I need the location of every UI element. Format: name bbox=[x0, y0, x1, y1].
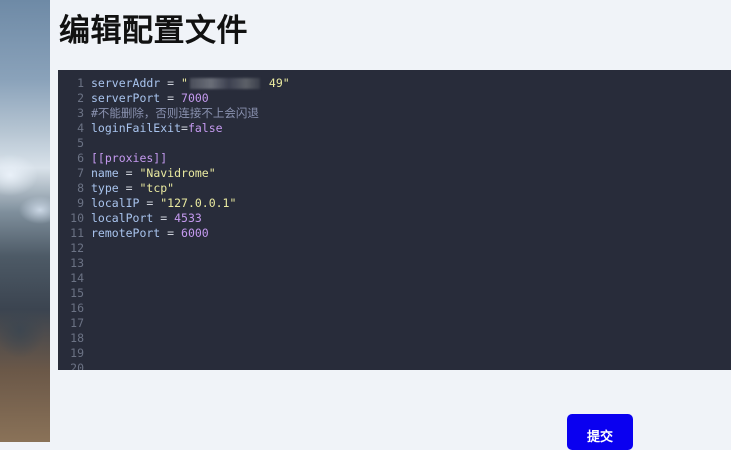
code-token: "127.0.0.1" bbox=[160, 196, 237, 210]
code-token: 7000 bbox=[181, 91, 209, 105]
code-line[interactable]: 4 loginFailExit=false bbox=[58, 121, 223, 136]
code-token: serverAddr bbox=[91, 76, 161, 90]
line-number: 14 bbox=[70, 271, 84, 285]
line-number: 4 bbox=[77, 121, 84, 135]
page-title: 编辑配置文件 bbox=[59, 13, 248, 49]
line-number: 7 bbox=[77, 166, 84, 180]
code-token: loginFailExit bbox=[91, 121, 182, 135]
line-number: 2 bbox=[77, 91, 84, 105]
line-number: 9 bbox=[77, 196, 84, 210]
code-token: = bbox=[139, 196, 161, 210]
code-line[interactable]: 18 bbox=[58, 331, 91, 346]
code-editor[interactable]: 1 serverAddr = " 49" 2 serverPort = 7000 3 #不… bbox=[58, 70, 731, 370]
code-line[interactable]: 1 serverAddr = " 49" bbox=[58, 76, 290, 91]
code-token: = bbox=[160, 91, 182, 105]
code-line[interactable]: 12 bbox=[58, 241, 91, 256]
code-token: = bbox=[118, 166, 140, 180]
code-line[interactable]: 7 name = "Navidrome" bbox=[58, 166, 216, 181]
code-line[interactable]: 20 bbox=[58, 361, 91, 370]
line-number: 6 bbox=[77, 151, 84, 165]
line-number: 15 bbox=[70, 286, 84, 300]
code-token: = bbox=[153, 211, 175, 225]
submit-button[interactable]: 提交 bbox=[567, 414, 633, 450]
code-token: = bbox=[118, 181, 140, 195]
code-line[interactable]: 3 #不能删除，否则连接不上会闪退 bbox=[58, 106, 259, 121]
code-line[interactable]: 9 localIP = "127.0.0.1" bbox=[58, 196, 236, 211]
line-number: 16 bbox=[70, 301, 84, 315]
code-token: " bbox=[181, 76, 188, 90]
code-token: serverPort bbox=[91, 91, 161, 105]
code-token: 49" bbox=[261, 76, 290, 90]
line-number: 11 bbox=[70, 226, 84, 240]
main-panel: 编辑配置文件 1 serverAddr = " 49" 2 serverPort = … bbox=[50, 0, 731, 450]
code-line[interactable]: 10 localPort = 4533 bbox=[58, 211, 202, 226]
line-number: 3 bbox=[77, 106, 84, 120]
line-number: 8 bbox=[77, 181, 84, 195]
code-line[interactable]: 17 bbox=[58, 316, 91, 331]
code-line[interactable]: 6 [[proxies]] bbox=[58, 151, 167, 166]
code-line[interactable]: 11 remotePort = 6000 bbox=[58, 226, 209, 241]
code-token: = bbox=[181, 121, 188, 135]
line-number: 1 bbox=[77, 76, 84, 90]
code-line[interactable]: 19 bbox=[58, 346, 91, 361]
code-token: = bbox=[160, 226, 182, 240]
code-token: type bbox=[91, 181, 119, 195]
code-token: = bbox=[160, 76, 182, 90]
line-number: 10 bbox=[70, 211, 84, 225]
line-number: 5 bbox=[77, 136, 84, 150]
background-mountain-image bbox=[0, 0, 50, 442]
code-token: name bbox=[91, 166, 119, 180]
code-line[interactable]: 16 bbox=[58, 301, 91, 316]
code-token: localPort bbox=[91, 211, 154, 225]
code-token: [[proxies]] bbox=[91, 151, 168, 165]
code-token: #不能删除，否则连接不上会闪退 bbox=[91, 106, 259, 120]
line-number: 13 bbox=[70, 256, 84, 270]
code-token: 4533 bbox=[174, 211, 202, 225]
code-token: false bbox=[187, 121, 223, 135]
code-line[interactable]: 14 bbox=[58, 271, 91, 286]
code-token: "Navidrome" bbox=[139, 166, 216, 180]
code-line[interactable]: 2 serverPort = 7000 bbox=[58, 91, 209, 106]
line-number: 19 bbox=[70, 346, 84, 360]
code-line[interactable]: 15 bbox=[58, 286, 91, 301]
line-number: 20 bbox=[70, 361, 84, 370]
code-line[interactable]: 8 type = "tcp" bbox=[58, 181, 174, 196]
code-line[interactable]: 13 bbox=[58, 256, 91, 271]
code-token: 6000 bbox=[181, 226, 209, 240]
line-number: 18 bbox=[70, 331, 84, 345]
code-line[interactable]: 5 bbox=[58, 136, 91, 151]
code-token: localIP bbox=[91, 196, 140, 210]
line-number: 12 bbox=[70, 241, 84, 255]
line-number: 17 bbox=[70, 316, 84, 330]
code-token: remotePort bbox=[91, 226, 161, 240]
code-token: "tcp" bbox=[139, 181, 175, 195]
redacted-ip-blur bbox=[189, 78, 260, 89]
